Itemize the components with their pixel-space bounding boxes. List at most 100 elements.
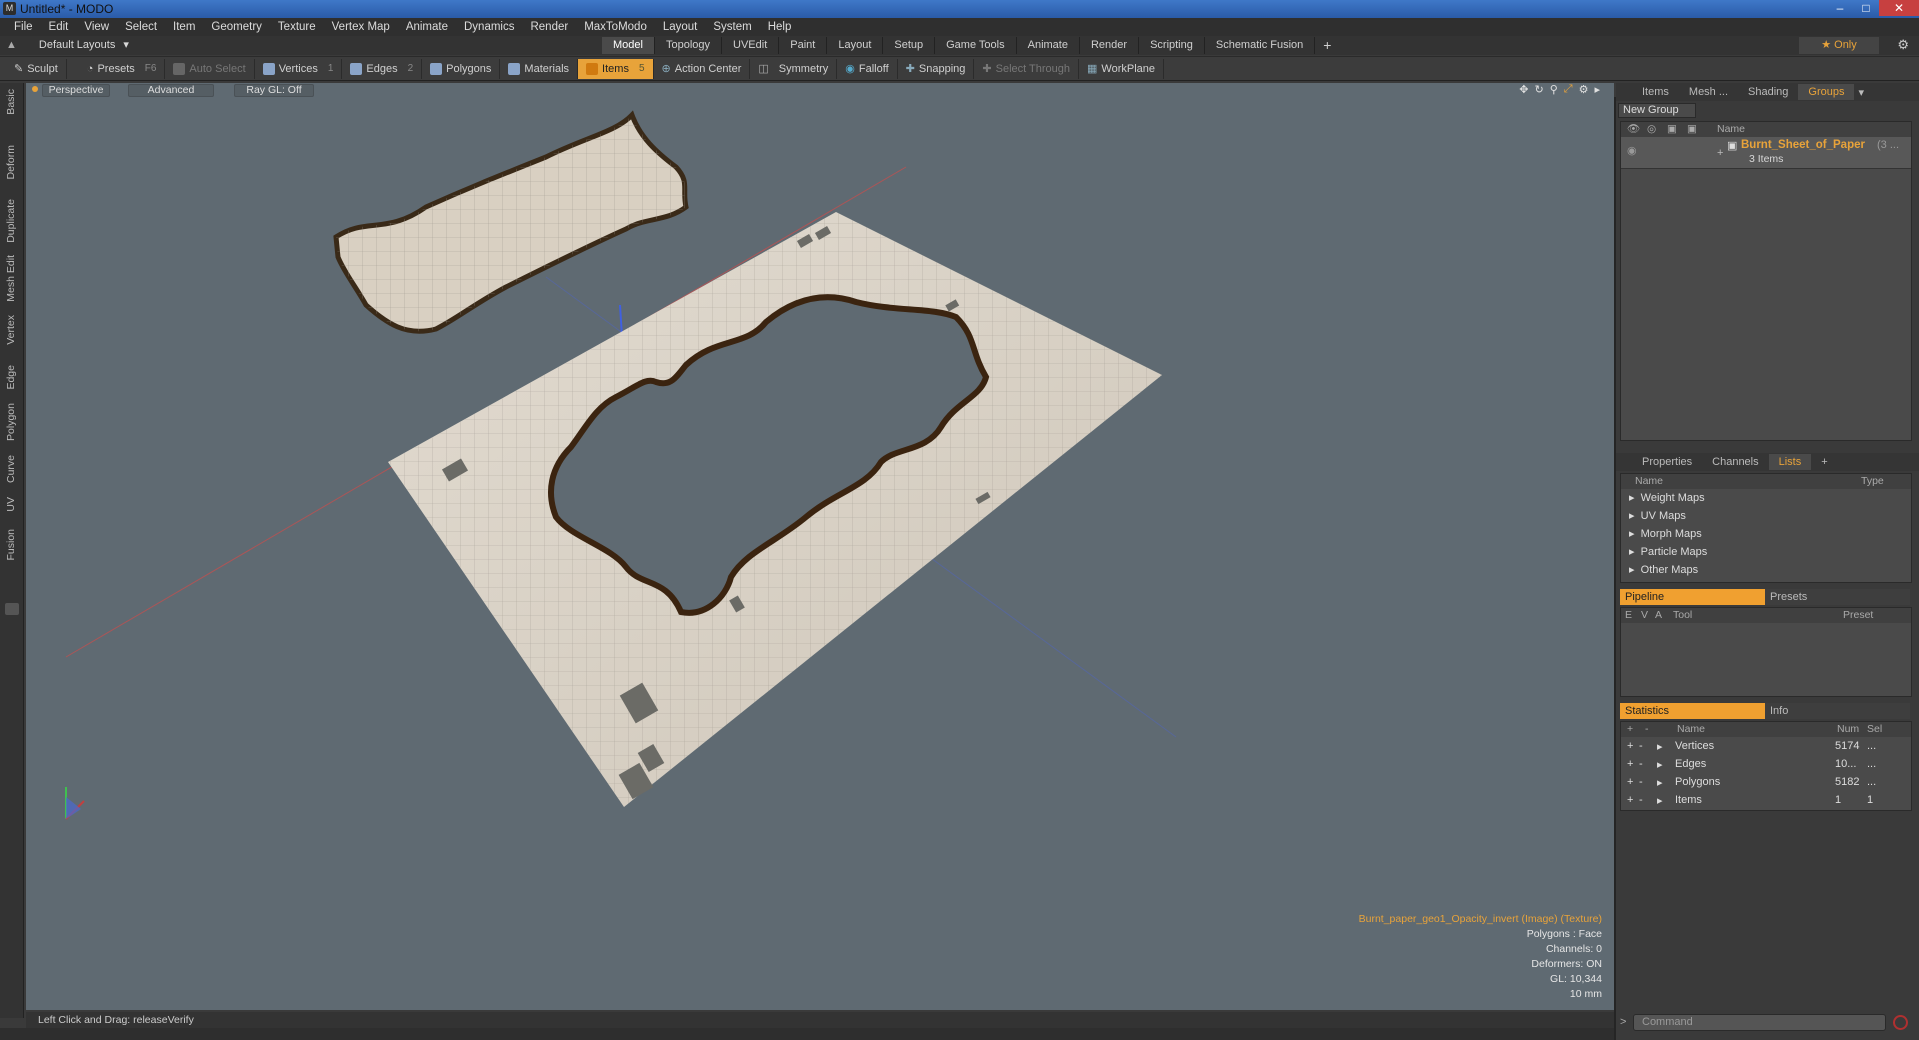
stat-row-polygons[interactable]: + - ▸ Polygons 5182 ... — [1621, 773, 1911, 791]
particle-maps-row[interactable]: ▸ Particle Maps — [1621, 543, 1911, 561]
burnt-sheet-main[interactable] — [388, 212, 1162, 807]
group-visibility-icon[interactable]: ◉ — [1627, 144, 1637, 157]
add-tab-button[interactable]: + — [1315, 37, 1339, 54]
tab-groups[interactable]: Groups — [1798, 84, 1855, 100]
stat-row-items[interactable]: + - ▸ Items 1 1 — [1621, 791, 1911, 809]
add-icon[interactable]: + — [1621, 740, 1639, 752]
materials-button[interactable]: Materials — [500, 58, 579, 79]
remove-icon[interactable]: - — [1639, 758, 1657, 770]
tab-schematic-fusion[interactable]: Schematic Fusion — [1205, 37, 1316, 54]
view-mode-button[interactable]: Perspective — [42, 84, 110, 97]
tab-presets[interactable]: Presets — [1765, 589, 1910, 605]
tab-mesh[interactable]: Mesh ... — [1679, 84, 1738, 100]
tab-uv[interactable]: UV — [5, 497, 17, 512]
command-input[interactable]: Command — [1633, 1014, 1886, 1031]
viewport-gear-icon[interactable]: ⚙ — [1579, 83, 1589, 96]
symmetry-button[interactable]: ◫ Symmetry — [750, 58, 838, 79]
tab-lists[interactable]: Lists — [1768, 454, 1812, 470]
left-panel-toggle[interactable] — [5, 603, 19, 615]
other-maps-row[interactable]: ▸ Other Maps — [1621, 561, 1911, 579]
menu-system[interactable]: System — [705, 21, 759, 33]
menu-dynamics[interactable]: Dynamics — [456, 21, 522, 33]
tab-items[interactable]: Items — [1632, 84, 1679, 100]
tab-polygon[interactable]: Polygon — [5, 403, 17, 441]
expand-icon[interactable]: ▸ — [1657, 740, 1675, 753]
group-name[interactable]: Burnt_Sheet_of_Paper — [1741, 139, 1865, 151]
stat-row-vertices[interactable]: + - ▸ Vertices 5174 ... — [1621, 737, 1911, 755]
layouts-dropdown[interactable]: ▲ Default Layouts ▾ — [6, 38, 129, 52]
weight-maps-row[interactable]: ▸ Weight Maps — [1621, 489, 1911, 507]
tab-duplicate[interactable]: Duplicate — [5, 199, 17, 243]
menu-layout[interactable]: Layout — [655, 21, 706, 33]
tab-basic[interactable]: Basic — [5, 89, 17, 115]
tab-edge[interactable]: Edge — [5, 365, 17, 390]
action-center-button[interactable]: ⊕ Action Center — [654, 58, 751, 79]
raygl-button[interactable]: Ray GL: Off — [234, 84, 314, 97]
menu-help[interactable]: Help — [760, 21, 800, 33]
menu-item[interactable]: Item — [165, 21, 203, 33]
only-toggle[interactable]: ★ Only — [1799, 37, 1879, 54]
snapping-button[interactable]: ✚ Snapping — [898, 58, 975, 79]
command-stop-icon[interactable] — [1893, 1015, 1908, 1030]
tab-statistics[interactable]: Statistics — [1620, 703, 1765, 719]
tab-model[interactable]: Model — [602, 37, 655, 54]
remove-icon[interactable]: - — [1639, 794, 1657, 806]
falloff-button[interactable]: ◉ Falloff — [837, 58, 898, 79]
menu-maxtomodo[interactable]: MaxToModo — [576, 21, 655, 33]
fit-view-icon[interactable]: ⤢ — [1564, 83, 1573, 96]
items-button[interactable]: Items 5 — [578, 58, 654, 79]
tab-vertex[interactable]: Vertex — [5, 315, 17, 345]
expand-icon[interactable]: ▸ — [1657, 776, 1675, 789]
menu-geometry[interactable]: Geometry — [203, 21, 270, 33]
tab-pipeline[interactable]: Pipeline — [1620, 589, 1765, 605]
tab-layout[interactable]: Layout — [827, 37, 884, 54]
tab-mesh-edit[interactable]: Mesh Edit — [5, 255, 17, 302]
menu-edit[interactable]: Edit — [41, 21, 77, 33]
menu-select[interactable]: Select — [117, 21, 165, 33]
tab-curve[interactable]: Curve — [5, 455, 17, 483]
tab-paint[interactable]: Paint — [779, 37, 828, 54]
shading-mode-button[interactable]: Advanced — [128, 84, 214, 97]
tab-render[interactable]: Render — [1080, 37, 1140, 54]
expand-icon[interactable]: ▸ — [1657, 794, 1675, 807]
tab-animate[interactable]: Animate — [1017, 37, 1080, 54]
menu-file[interactable]: File — [6, 21, 41, 33]
move-view-icon[interactable]: ✥ — [1519, 83, 1528, 96]
close-icon[interactable]: ✕ — [1879, 0, 1919, 16]
add-panel-tab[interactable]: + — [1811, 454, 1837, 470]
uv-maps-row[interactable]: ▸ UV Maps — [1621, 507, 1911, 525]
menu-view[interactable]: View — [76, 21, 117, 33]
maximize-icon[interactable]: □ — [1853, 0, 1879, 16]
viewport-expand-icon[interactable]: ▸ — [1594, 83, 1600, 96]
tab-setup[interactable]: Setup — [883, 37, 936, 54]
add-icon[interactable]: + — [1621, 776, 1639, 788]
add-icon[interactable]: + — [1621, 758, 1639, 770]
auto-select-button[interactable]: Auto Select — [165, 58, 255, 79]
gear-icon[interactable]: ⚙ — [1897, 37, 1909, 53]
tab-game-tools[interactable]: Game Tools — [935, 37, 1017, 54]
workplane-button[interactable]: ▦ WorkPlane — [1079, 58, 1165, 79]
tab-channels[interactable]: Channels — [1702, 454, 1768, 470]
sculpt-button[interactable]: ✎ Sculpt — [6, 58, 67, 79]
menu-texture[interactable]: Texture — [270, 21, 324, 33]
menu-render[interactable]: Render — [522, 21, 576, 33]
viewport-menu-dot[interactable] — [32, 86, 38, 92]
edges-button[interactable]: Edges 2 — [342, 58, 423, 79]
chevron-down-icon[interactable]: ▾ — [1858, 86, 1864, 99]
vertices-button[interactable]: Vertices 1 — [255, 58, 343, 79]
zoom-view-icon[interactable]: ⚲ — [1550, 83, 1558, 96]
3d-viewport[interactable]: Burnt_paper_geo1_Opacity_invert (Image) … — [26, 97, 1614, 1010]
menu-vertex-map[interactable]: Vertex Map — [324, 21, 398, 33]
tab-topology[interactable]: Topology — [655, 37, 723, 54]
add-icon[interactable]: + — [1621, 794, 1639, 806]
group-expand-icon[interactable]: + — [1717, 147, 1723, 159]
remove-icon[interactable]: - — [1639, 740, 1657, 752]
tab-deform[interactable]: Deform — [5, 145, 17, 179]
menu-animate[interactable]: Animate — [398, 21, 456, 33]
tab-fusion[interactable]: Fusion — [5, 529, 17, 561]
stat-row-edges[interactable]: + - ▸ Edges 10... ... — [1621, 755, 1911, 773]
group-row[interactable]: ◉ + ▣ Burnt_Sheet_of_Paper (3 ... 3 Item… — [1621, 137, 1911, 169]
presets-button[interactable]: ◔ Presets F6 — [79, 58, 166, 79]
tab-info[interactable]: Info — [1765, 703, 1910, 719]
expand-icon[interactable]: ▸ — [1657, 758, 1675, 771]
